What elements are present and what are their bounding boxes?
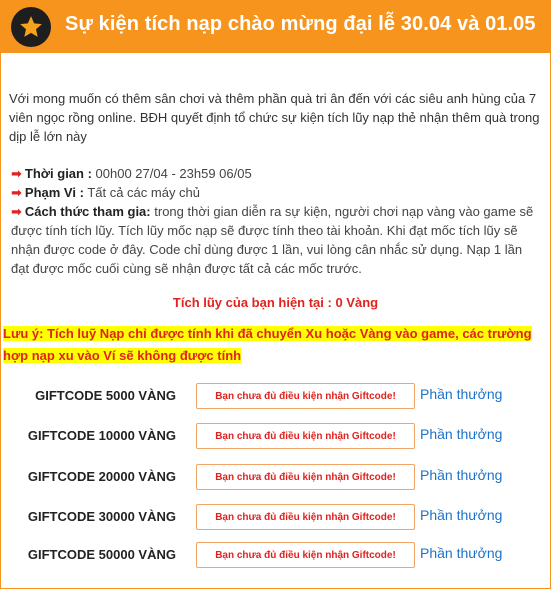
scope-value: Tất cả các máy chủ <box>87 185 201 200</box>
giftcode-row: GIFTCODE 10000 VÀNG Bạn chưa đủ điều kiệ… <box>1 423 550 451</box>
reward-link[interactable]: Phần thưởng <box>420 426 502 442</box>
reward-link[interactable]: Phần thưởng <box>420 467 502 483</box>
star-icon <box>11 7 51 47</box>
time-info: ➡ Thời gian : 00h00 27/04 - 23h59 06/05 <box>11 164 543 183</box>
warning-note: Lưu ý: Tích luỹ Nạp chỉ được tính khi đã… <box>3 323 547 367</box>
time-value: 00h00 27/04 - 23h59 06/05 <box>95 166 252 181</box>
panel-header: Sự kiện tích nạp chào mừng đại lễ 30.04 … <box>1 1 550 53</box>
arrow-right-icon: ➡ <box>11 166 22 181</box>
reward-link[interactable]: Phần thưởng <box>420 507 502 523</box>
intro-text: Với mong muốn có thêm sân chơi và thêm p… <box>9 91 540 144</box>
giftcode-row: GIFTCODE 5000 VÀNG Bạn chưa đủ điều kiện… <box>1 383 550 411</box>
time-label: Thời gian : <box>24 166 92 181</box>
giftcode-name: GIFTCODE 5000 VÀNG <box>35 388 176 403</box>
giftcode-name: GIFTCODE 50000 VÀNG <box>27 547 176 562</box>
reward-link[interactable]: Phần thưởng <box>420 386 502 402</box>
giftcode-name: GIFTCODE 20000 VÀNG <box>27 469 176 484</box>
page-title: Sự kiện tích nạp chào mừng đại lễ 30.04 … <box>65 13 536 35</box>
claim-giftcode-button[interactable]: Bạn chưa đủ điều kiện nhận Giftcode! <box>196 464 415 490</box>
event-panel: Sự kiện tích nạp chào mừng đại lễ 30.04 … <box>0 0 551 589</box>
giftcode-row: GIFTCODE 30000 VÀNG Bạn chưa đủ điều kiệ… <box>1 504 550 532</box>
arrow-right-icon: ➡ <box>11 185 22 200</box>
giftcode-row: GIFTCODE 20000 VÀNG Bạn chưa đủ điều kiệ… <box>1 464 550 492</box>
claim-giftcode-button[interactable]: Bạn chưa đủ điều kiện nhận Giftcode! <box>196 423 415 449</box>
method-label: Cách thức tham gia: <box>24 204 151 219</box>
giftcode-row: GIFTCODE 50000 VÀNG Bạn chưa đủ điều kiệ… <box>1 542 550 570</box>
giftcode-name: GIFTCODE 10000 VÀNG <box>27 428 176 443</box>
reward-link[interactable]: Phần thưởng <box>420 545 502 561</box>
giftcode-name: GIFTCODE 30000 VÀNG <box>27 509 176 524</box>
scope-label: Phạm Vi : <box>24 185 84 200</box>
claim-giftcode-button[interactable]: Bạn chưa đủ điều kiện nhận Giftcode! <box>196 383 415 409</box>
scope-info: ➡ Phạm Vi : Tất cả các máy chủ <box>11 183 543 202</box>
claim-giftcode-button[interactable]: Bạn chưa đủ điều kiện nhận Giftcode! <box>196 504 415 530</box>
warning-note-text: Lưu ý: Tích luỹ Nạp chỉ được tính khi đã… <box>3 326 532 363</box>
method-info: ➡ Cách thức tham gia: trong thời gian diễ… <box>11 202 543 278</box>
claim-giftcode-button[interactable]: Bạn chưa đủ điều kiện nhận Giftcode! <box>196 542 415 568</box>
arrow-right-icon: ➡ <box>11 204 22 219</box>
accumulated-total: Tích lũy của bạn hiện tại : 0 Vàng <box>172 295 379 310</box>
